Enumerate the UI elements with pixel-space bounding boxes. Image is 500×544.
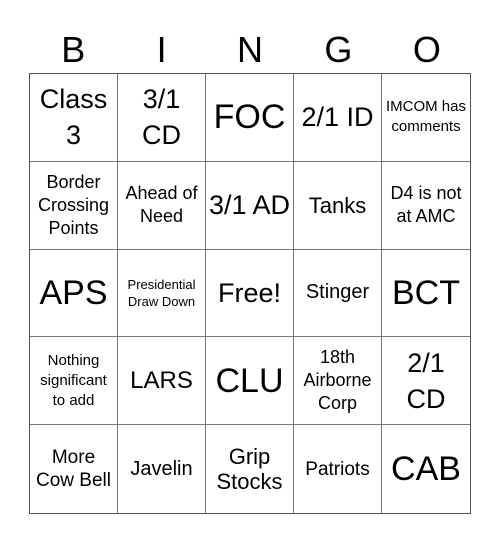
bingo-cell[interactable]: Presidential Draw Down <box>118 249 206 338</box>
header-letter-n: N <box>237 29 264 70</box>
bingo-cell[interactable]: BCT <box>382 250 470 338</box>
bingo-cell[interactable]: CAB <box>382 425 470 513</box>
bingo-board: Class 3 3/1 CD FOC 2/1 ID IMCOM has comm… <box>29 73 471 514</box>
bingo-cell[interactable]: Tanks <box>294 161 382 250</box>
bingo-cell[interactable]: Class 3 <box>30 74 118 162</box>
bingo-cell[interactable]: 18th Airborne Corp <box>294 337 382 426</box>
bingo-cell[interactable]: 3/1 AD <box>206 161 294 250</box>
bingo-cell[interactable]: IMCOM has comments <box>382 74 470 162</box>
header-letter-o: O <box>412 29 441 70</box>
bingo-cell[interactable]: 2/1 CD <box>382 337 470 426</box>
bingo-cell[interactable]: Ahead of Need <box>118 161 206 250</box>
bingo-cell[interactable]: Grip Stocks <box>206 425 294 513</box>
bingo-cell[interactable]: Patriots <box>294 425 382 513</box>
bingo-cell[interactable]: More Cow Bell <box>30 425 118 513</box>
bingo-cell[interactable]: D4 is not at AMC <box>382 162 470 250</box>
header-letter-i: I <box>156 29 167 70</box>
bingo-cell[interactable]: Border Crossing Points <box>30 161 118 250</box>
bingo-cell[interactable]: Javelin <box>118 425 206 513</box>
bingo-cell[interactable]: LARS <box>118 337 206 426</box>
bingo-cell[interactable]: Nothing significant to add <box>30 337 118 426</box>
bingo-cell[interactable]: FOC <box>206 74 294 162</box>
bingo-header: B I N G O <box>29 28 471 72</box>
free-space[interactable]: Free! <box>206 249 294 338</box>
bingo-cell[interactable]: 2/1 ID <box>294 74 382 162</box>
bingo-cell[interactable]: CLU <box>206 337 294 426</box>
header-letter-b: B <box>61 29 86 70</box>
header-letter-g: G <box>324 29 353 70</box>
bingo-cell[interactable]: APS <box>30 249 118 338</box>
bingo-cell[interactable]: Stinger <box>294 249 382 338</box>
bingo-cell[interactable]: 3/1 CD <box>118 74 206 162</box>
